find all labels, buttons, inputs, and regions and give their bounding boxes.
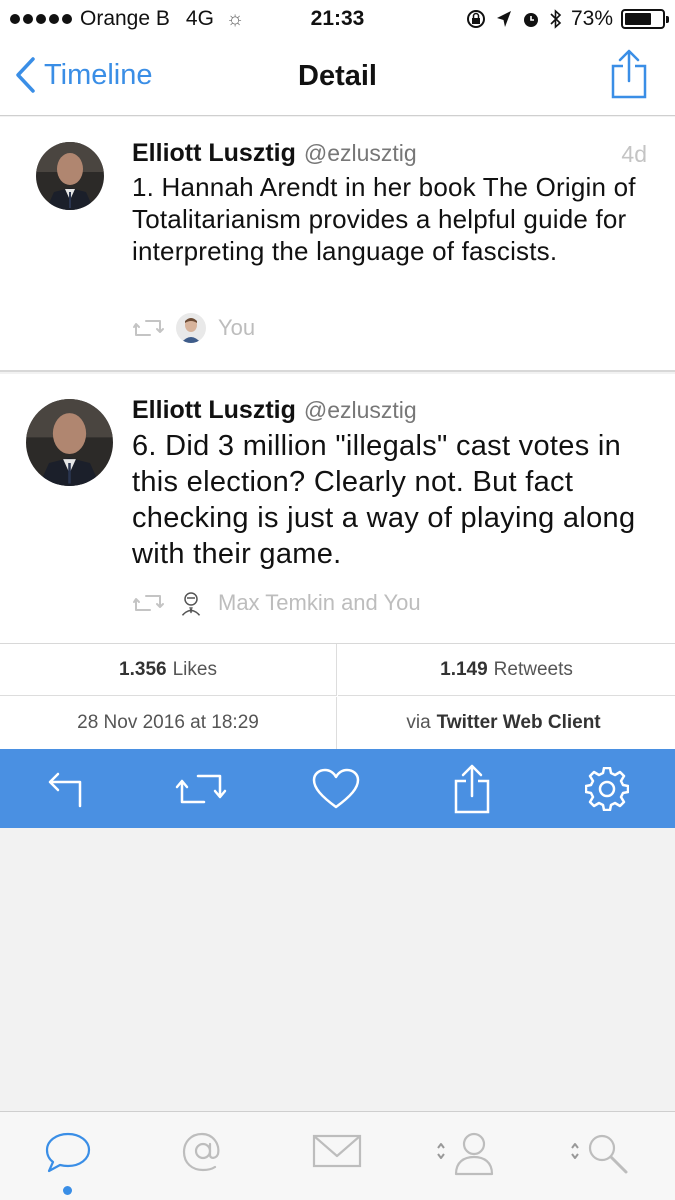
- retweeter-avatar: [176, 313, 206, 343]
- tab-mentions[interactable]: [168, 1130, 238, 1190]
- profile-icon: [437, 1132, 494, 1176]
- gear-icon: [585, 767, 629, 811]
- author-handle[interactable]: @ezlusztig: [304, 397, 417, 424]
- tweet-text: 1. Hannah Arendt in her book The Origin …: [132, 172, 636, 266]
- retweet-icon: [133, 320, 164, 336]
- messages-envelope-icon: [312, 1134, 362, 1168]
- via-prefix: via: [406, 712, 431, 733]
- retweeted-by: Max Temkin and You: [218, 590, 421, 615]
- likes-number: 1.356: [119, 658, 167, 680]
- tab-search[interactable]: [566, 1130, 636, 1190]
- retweet-button[interactable]: [174, 762, 228, 816]
- tab-timeline[interactable]: [33, 1130, 103, 1190]
- battery-icon: [621, 9, 669, 29]
- retweets-label: Retweets: [493, 658, 573, 680]
- likes-count[interactable]: 1.356 Likes: [0, 644, 337, 696]
- chevron-left-icon: [16, 57, 35, 93]
- bluetooth-icon: [550, 9, 562, 29]
- tweet-stats: 1.356 Likes 1.149 Retweets 28 Nov 2016 a…: [0, 644, 675, 749]
- status-bar: Orange B 4G ☼ 21:33 73%: [0, 0, 675, 40]
- battery-percent: 73%: [570, 7, 613, 30]
- author-name[interactable]: Elliott Lusztig: [132, 396, 296, 425]
- retweet-attribution[interactable]: You: [132, 313, 255, 343]
- retweeted-by: You: [218, 315, 256, 340]
- tweet-date: 28 Nov 2016 at 18:29: [0, 697, 337, 749]
- navigation-bar: Timeline Detail: [0, 40, 675, 116]
- likes-label: Likes: [172, 658, 217, 680]
- reply-icon: [48, 772, 82, 808]
- location-arrow-icon: [496, 11, 511, 27]
- like-button[interactable]: [309, 762, 363, 816]
- tweet-source: via Twitter Web Client: [338, 697, 675, 749]
- back-button[interactable]: Timeline: [14, 56, 153, 94]
- tweet[interactable]: Elliott Lusztig @ezlusztig 4d 1. Hannah …: [0, 117, 675, 372]
- tweet[interactable]: Elliott Lusztig @ezlusztig 6. Did 3 mill…: [0, 374, 675, 644]
- rotation-lock-icon: [466, 10, 485, 28]
- retweet-icon: [175, 774, 227, 804]
- retweet-icon: [133, 595, 164, 611]
- tweet-timestamp: 4d: [621, 141, 647, 167]
- avatar[interactable]: [36, 142, 104, 210]
- reply-button[interactable]: [40, 762, 94, 816]
- tab-bar: [0, 1111, 675, 1200]
- back-label: Timeline: [44, 58, 153, 91]
- author-name[interactable]: Elliott Lusztig: [132, 139, 296, 168]
- timeline-bubble-icon: [45, 1132, 91, 1173]
- tweet-text: 6. Did 3 million "illegals" cast votes i…: [132, 430, 636, 570]
- settings-button[interactable]: [580, 762, 634, 816]
- author-handle[interactable]: @ezlusztig: [304, 140, 417, 167]
- retweets-number: 1.149: [440, 658, 488, 680]
- active-tab-indicator: [63, 1186, 72, 1195]
- avatar[interactable]: [26, 399, 113, 486]
- share-tweet-button[interactable]: [445, 762, 499, 816]
- mentions-at-icon: [182, 1132, 220, 1172]
- heart-icon: [312, 768, 360, 809]
- search-icon: [571, 1134, 628, 1174]
- tab-profile[interactable]: [432, 1130, 502, 1190]
- share-button[interactable]: [609, 48, 649, 100]
- tweet-action-bar: [0, 749, 675, 828]
- share-icon: [611, 49, 647, 99]
- client-name: Twitter Web Client: [436, 712, 601, 733]
- tab-messages[interactable]: [302, 1130, 372, 1190]
- alarm-icon: [523, 13, 538, 27]
- share-icon: [454, 764, 490, 814]
- retweets-count[interactable]: 1.149 Retweets: [338, 644, 675, 696]
- tweet-date-text: 28 Nov 2016 at 18:29: [77, 712, 259, 733]
- retweeter-avatar: [176, 588, 206, 618]
- retweet-attribution[interactable]: Max Temkin and You: [132, 588, 421, 618]
